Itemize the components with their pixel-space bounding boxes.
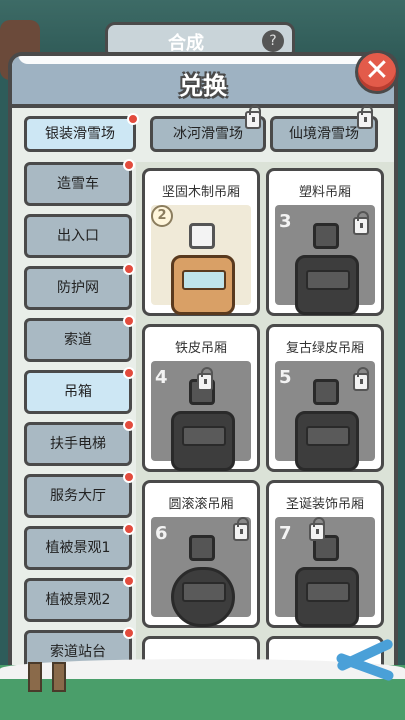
badge-dot	[123, 523, 135, 535]
sidebar-item-label: 造雪车	[57, 176, 99, 192]
tab-glacier-ski[interactable]: 冰河滑雪场	[150, 105, 266, 152]
cabin-body	[171, 255, 235, 315]
tab-wonderland-ski[interactable]: 仙境滑雪场	[270, 105, 378, 152]
snow-decoration	[18, 56, 388, 64]
cabin-body	[295, 411, 359, 471]
lock-icon	[309, 517, 325, 541]
card-title: 铁皮吊厢	[174, 341, 227, 356]
cabin-window	[306, 270, 350, 290]
sidebar-item-label: 服务大厅	[50, 488, 106, 504]
cabin-window	[306, 582, 350, 602]
tab-label: 银装滑雪场	[45, 126, 115, 142]
sidebar-item-entrance[interactable]: 出入口	[24, 214, 132, 258]
tab-label: 仙境滑雪场	[289, 126, 359, 142]
item-number: 5	[279, 367, 292, 388]
cabin-window	[182, 270, 226, 290]
item-card[interactable]: 铁皮吊厢 4	[142, 324, 260, 472]
sidebar-item-service-hall[interactable]: 服务大厅	[24, 471, 135, 518]
cabin-roof	[189, 223, 215, 249]
sidebar-item-label: 植被景观1	[45, 540, 111, 556]
badge-dot	[123, 263, 135, 275]
badge-dot	[123, 159, 135, 171]
cabin-roof	[313, 223, 339, 249]
sidebar-item-label: 植被景观2	[45, 592, 111, 608]
badge-dot	[123, 471, 135, 483]
item-number: 3	[279, 211, 292, 232]
page-title: 兑换	[179, 72, 227, 100]
item-card[interactable]: 圆滚滚吊厢 6	[142, 480, 260, 628]
lock-icon	[353, 211, 369, 235]
cabin-body	[171, 567, 235, 627]
cabin-body	[295, 567, 359, 627]
tab-bar: 银装滑雪场 冰河滑雪场 仙境滑雪场	[24, 105, 392, 156]
item-card[interactable]: 塑料吊厢 3	[266, 168, 384, 316]
item-number: 7	[279, 523, 292, 544]
lock-icon	[353, 367, 369, 391]
item-card[interactable]: 复古绿皮吊厢 5	[266, 324, 384, 472]
item-number: 6	[155, 523, 168, 544]
item-grid: 坚固木制吊厢 2 塑料吊厢 3 铁皮吊厢 4 复古绿皮吊厢 5 圆滚滚吊厢 6 …	[136, 162, 394, 688]
cabin-roof	[313, 379, 339, 405]
sidebar-item-label: 防护网	[57, 280, 99, 296]
category-sidebar: 造雪车 出入口 防护网 索道 吊箱 扶手电梯 服务大厅 植被景观1 植被景观2 …	[24, 159, 136, 688]
sidebar-item-label: 索道	[64, 332, 92, 348]
card-title: 复古绿皮吊厢	[285, 341, 364, 356]
tab-silver-ski[interactable]: 银装滑雪场	[24, 113, 139, 152]
badge-dot	[123, 367, 135, 379]
sidebar-item-landscape-1[interactable]: 植被景观1	[24, 523, 135, 570]
badge-dot	[123, 315, 135, 327]
cabin-body	[295, 255, 359, 315]
sidebar-item-escalator[interactable]: 扶手电梯	[24, 419, 135, 466]
sidebar-item-snowcat[interactable]: 造雪车	[24, 159, 135, 206]
badge-dot	[127, 113, 139, 125]
sidebar-item-gondola[interactable]: 吊箱	[24, 367, 135, 414]
sidebar-item-label: 扶手电梯	[50, 436, 106, 452]
exchange-panel: 兑换 银装滑雪场 冰河滑雪场 仙境滑雪场 造雪车 出入口 防护网 索道 吊箱 扶…	[8, 52, 398, 692]
cabin-body	[171, 411, 235, 471]
item-number: 2	[151, 205, 173, 227]
card-title: 圣诞装饰吊厢	[285, 497, 364, 512]
close-button[interactable]: ✕	[355, 50, 399, 94]
cabin-window	[182, 582, 226, 602]
card-title: 塑料吊厢	[298, 185, 351, 200]
sidebar-item-label: 吊箱	[64, 384, 92, 400]
sidebar-item-ropeway[interactable]: 索道	[24, 315, 135, 362]
lock-icon	[357, 105, 373, 129]
fence-post	[28, 662, 42, 692]
cabin-window	[306, 426, 350, 446]
tab-label: 冰河滑雪场	[173, 126, 243, 142]
lock-icon	[233, 517, 249, 541]
badge-dot	[123, 575, 135, 587]
sidebar-item-landscape-2[interactable]: 植被景观2	[24, 575, 135, 622]
sidebar-item-safety-net[interactable]: 防护网	[24, 263, 135, 310]
card-title: 圆滚滚吊厢	[168, 497, 234, 512]
item-card[interactable]: 坚固木制吊厢 2	[142, 168, 260, 316]
cabin-window	[182, 426, 226, 446]
badge-dot	[123, 627, 135, 639]
question-icon: ?	[262, 30, 284, 52]
title-bar: 兑换	[12, 56, 394, 108]
sidebar-item-label: 出入口	[57, 228, 99, 244]
lock-icon	[197, 367, 213, 391]
sidebar-item-label: 索道站台	[50, 644, 106, 660]
card-title: 坚固木制吊厢	[161, 185, 240, 200]
cabin-roof	[189, 535, 215, 561]
item-number: 4	[155, 367, 168, 388]
item-card[interactable]: 圣诞装饰吊厢 7	[266, 480, 384, 628]
lock-icon	[245, 105, 261, 129]
fence-post	[52, 662, 66, 692]
badge-dot	[123, 419, 135, 431]
